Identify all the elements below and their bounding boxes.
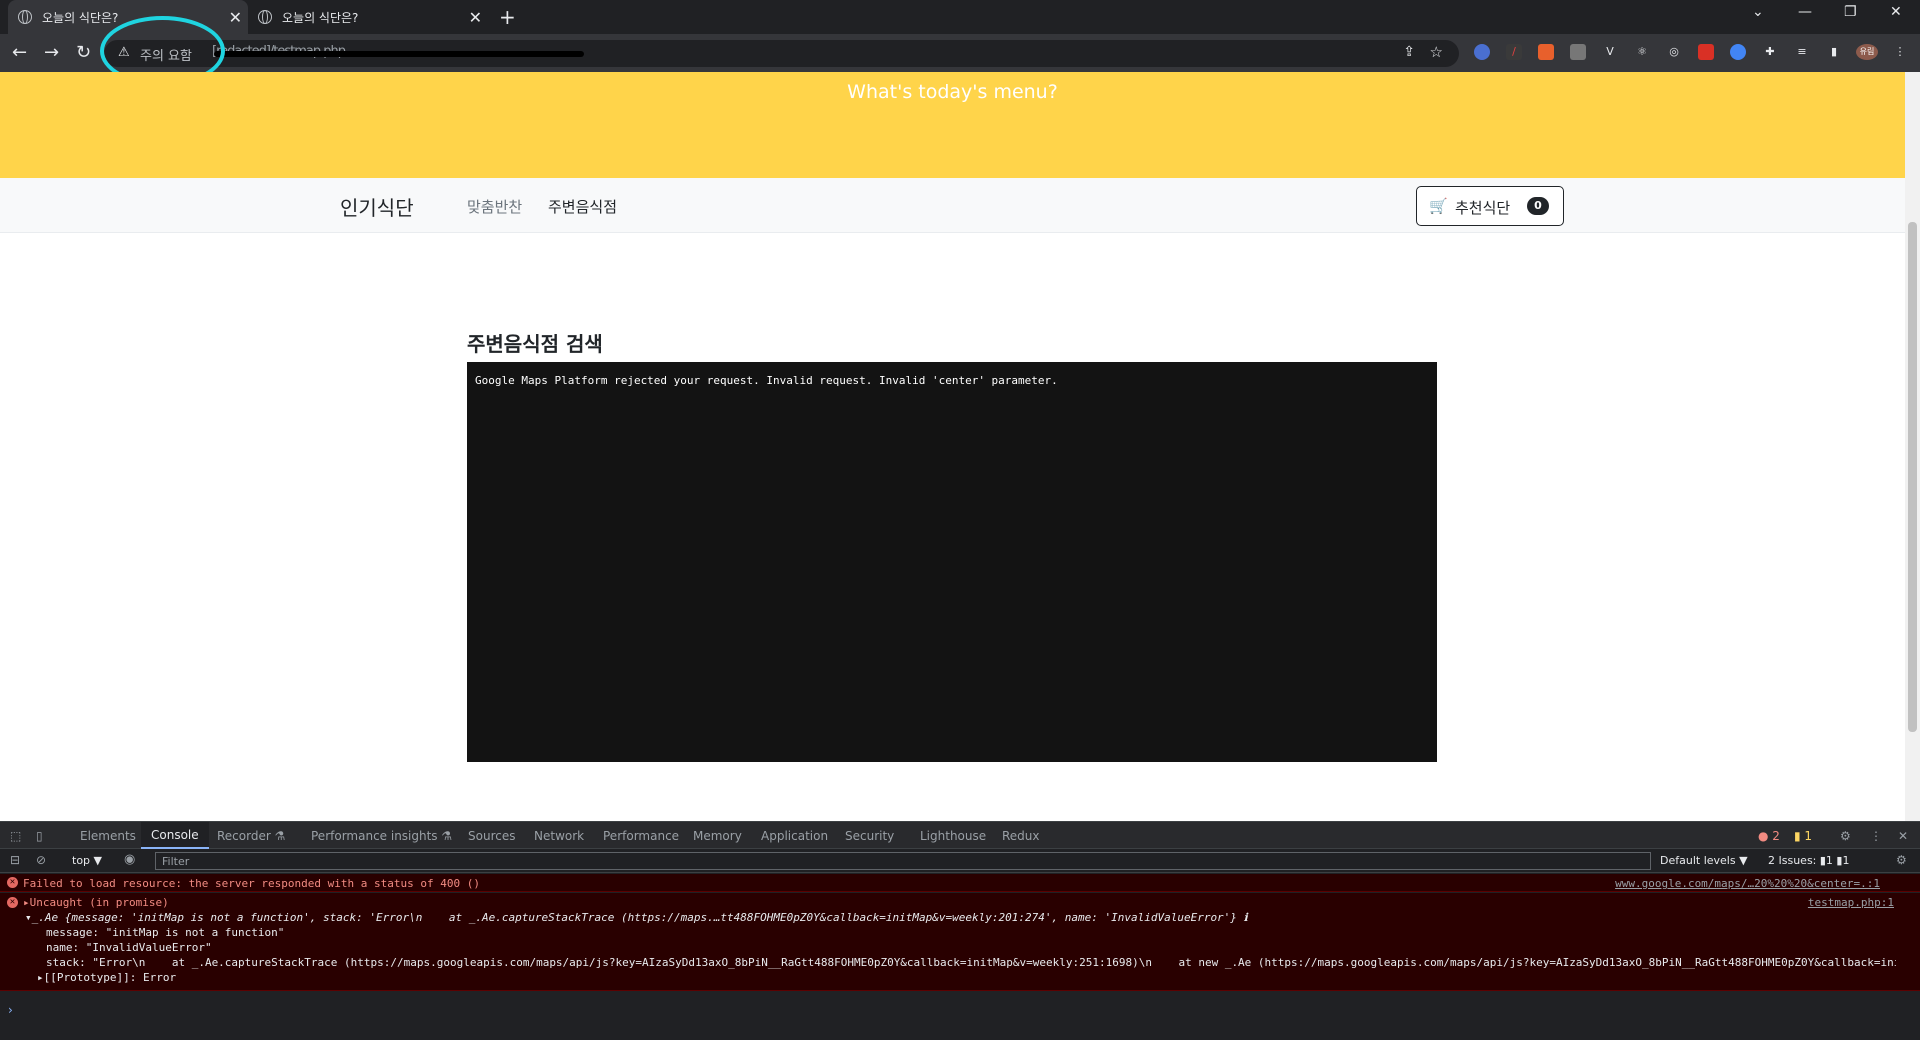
- extension-icon[interactable]: /: [1506, 44, 1522, 60]
- console-prompt[interactable]: ›: [8, 1003, 13, 1017]
- nav-link-nearby-restaurants[interactable]: 주변음식점: [548, 196, 617, 217]
- inspect-icon[interactable]: ⬚: [10, 829, 21, 843]
- error-prototype[interactable]: ▸[[Prototype]]: Error: [37, 971, 176, 984]
- browser-tab-strip: 오늘의 식단은? ✕ 오늘의 식단은? ✕ + ⌄ — ❐ ✕: [0, 0, 1920, 34]
- page-viewport: What's today's menu? 인기식단 맞춤반찬 주변음식점 🛒 추…: [0, 72, 1905, 821]
- error-count-badge[interactable]: ● 2: [1758, 829, 1780, 843]
- close-icon[interactable]: ✕: [469, 8, 482, 27]
- tab-elements[interactable]: Elements: [80, 829, 136, 843]
- console-source-link[interactable]: www.google.com/maps/…20%20%20&center=.:1: [1615, 877, 1880, 890]
- puzzle-icon[interactable]: ✚: [1762, 44, 1778, 60]
- vue-icon[interactable]: V: [1602, 44, 1618, 60]
- section-heading: 주변음식점 검색: [467, 332, 603, 356]
- share-icon[interactable]: ⇪: [1403, 44, 1415, 60]
- close-window-button[interactable]: ✕: [1890, 4, 1902, 20]
- tab-recorder[interactable]: Recorder ⚗: [217, 829, 285, 843]
- error-property-stack: stack: "Error\n at _.Ae.captureStackTrac…: [46, 956, 1896, 969]
- navbar: 인기식단 맞춤반찬 주변음식점: [0, 178, 1905, 233]
- reload-icon[interactable]: ↻: [76, 42, 91, 63]
- console-message: ▸Uncaught (in promise): [23, 896, 169, 909]
- tab-search-icon[interactable]: ⌄: [1752, 4, 1764, 20]
- devtools-tab-bar: ⬚ ▯ Elements Console Recorder ⚗ Performa…: [0, 821, 1920, 849]
- console-source-link[interactable]: testmap.php:1: [1808, 896, 1894, 909]
- devtools-panel: ⬚ ▯ Elements Console Recorder ⚗ Performa…: [0, 821, 1920, 1040]
- tab-performance[interactable]: Performance: [603, 829, 679, 843]
- side-panel-icon[interactable]: ▮: [1826, 44, 1842, 60]
- close-icon[interactable]: ✕: [229, 8, 242, 27]
- hero-banner: What's today's menu?: [0, 72, 1905, 178]
- cart-button[interactable]: 🛒 추천식단 0: [1416, 186, 1564, 226]
- tab-security[interactable]: Security: [845, 829, 894, 843]
- console-error-row[interactable]: ✕ ▸Uncaught (in promise) testmap.php:1 ▾…: [0, 893, 1920, 991]
- error-icon: ✕: [7, 877, 18, 888]
- star-icon[interactable]: ☆: [1430, 43, 1443, 61]
- console-settings-icon[interactable]: ⚙: [1896, 853, 1907, 867]
- tab-inactive[interactable]: 오늘의 식단은? ✕: [248, 0, 488, 34]
- tab-console[interactable]: Console: [141, 822, 209, 849]
- console-filter-input[interactable]: Filter: [155, 852, 1651, 870]
- target-icon[interactable]: ◎: [1666, 44, 1682, 60]
- banner-title: What's today's menu?: [847, 81, 1058, 103]
- context-selector[interactable]: top ▼: [72, 854, 102, 867]
- settings-icon[interactable]: ⚙: [1840, 829, 1851, 843]
- error-property-message: message: "initMap is not a function": [46, 926, 285, 939]
- reading-list-icon[interactable]: ≡: [1794, 44, 1810, 60]
- extension-icon[interactable]: [1570, 44, 1586, 60]
- profile-avatar[interactable]: 유림: [1856, 44, 1878, 60]
- globe-icon: [258, 10, 272, 24]
- warning-count-badge[interactable]: ▮ 1: [1794, 829, 1812, 843]
- tab-sources[interactable]: Sources: [468, 829, 515, 843]
- console-filter-bar: ⊟ ⊘ top ▼ ◉ Filter Default levels ▼ 2 Is…: [0, 849, 1920, 873]
- address-bar[interactable]: ⚠ 주의 요함 [redacted]/testmap.php ⇪ ☆: [104, 40, 1459, 67]
- map-container[interactable]: Google Maps Platform rejected your reque…: [467, 362, 1437, 762]
- error-icon: ✕: [7, 897, 18, 908]
- minimize-button[interactable]: —: [1798, 4, 1812, 20]
- nav-link-custom-sides[interactable]: 맞춤반찬: [467, 196, 522, 217]
- error-object-summary[interactable]: ▾_.Ae {message: 'initMap is not a functi…: [25, 911, 1905, 924]
- map-error-message: Google Maps Platform rejected your reque…: [475, 374, 1058, 387]
- extension-icon[interactable]: [1474, 44, 1490, 60]
- warning-count: 1: [1804, 829, 1813, 843]
- tab-network[interactable]: Network: [534, 829, 584, 843]
- tab-application[interactable]: Application: [761, 829, 828, 843]
- maximize-button[interactable]: ❐: [1844, 4, 1857, 20]
- clear-console-icon[interactable]: ⊘: [36, 853, 46, 867]
- devtools-menu-icon[interactable]: ⋮: [1870, 829, 1882, 843]
- new-tab-button[interactable]: +: [499, 5, 516, 29]
- error-count: 2: [1772, 829, 1780, 843]
- issues-counter[interactable]: 2 Issues: ▮1 ▮1: [1768, 854, 1849, 867]
- close-devtools-icon[interactable]: ✕: [1898, 829, 1908, 843]
- extension-icon[interactable]: [1698, 44, 1714, 60]
- console-message: Failed to load resource: the server resp…: [23, 877, 480, 890]
- extension-icon[interactable]: [1538, 44, 1554, 60]
- device-toggle-icon[interactable]: ▯: [36, 829, 43, 843]
- tab-lighthouse[interactable]: Lighthouse: [920, 829, 986, 843]
- console-error-row[interactable]: ✕ Failed to load resource: the server re…: [0, 874, 1920, 892]
- redaction-bar: [214, 51, 584, 57]
- search-extension-icon[interactable]: [1730, 44, 1746, 60]
- log-levels-dropdown[interactable]: Default levels ▼: [1660, 854, 1748, 867]
- back-icon[interactable]: ←: [12, 42, 27, 63]
- error-property-name: name: "InvalidValueError": [46, 941, 212, 954]
- forward-icon[interactable]: →: [44, 42, 59, 63]
- kebab-menu-icon[interactable]: ⋮: [1892, 44, 1908, 60]
- navbar-brand[interactable]: 인기식단: [340, 192, 414, 221]
- cart-label: 추천식단: [1455, 199, 1511, 217]
- eye-icon[interactable]: ◉: [124, 852, 135, 867]
- sidebar-toggle-icon[interactable]: ⊟: [10, 853, 20, 867]
- react-icon[interactable]: ⚛: [1634, 44, 1650, 60]
- tab-title: 오늘의 식단은?: [42, 10, 119, 25]
- tab-performance-insights[interactable]: Performance insights ⚗: [311, 829, 452, 843]
- cart-icon: 🛒: [1429, 197, 1448, 215]
- page-scrollbar[interactable]: [1905, 72, 1920, 821]
- tab-redux[interactable]: Redux: [1002, 829, 1040, 843]
- globe-icon: [18, 10, 32, 24]
- tab-memory[interactable]: Memory: [693, 829, 742, 843]
- tab-title: 오늘의 식단은?: [282, 10, 359, 25]
- scrollbar-thumb[interactable]: [1908, 222, 1917, 732]
- cart-count-badge: 0: [1527, 197, 1549, 215]
